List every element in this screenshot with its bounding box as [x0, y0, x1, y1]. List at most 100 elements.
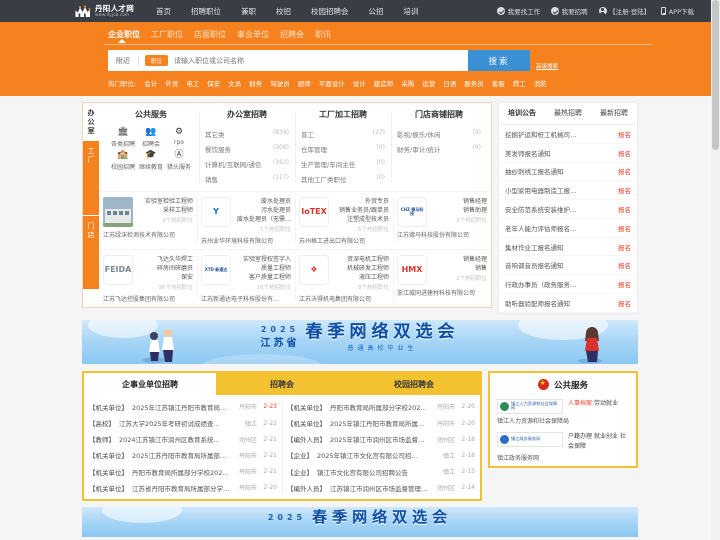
company-name[interactable]: 江苏德马科技股份有限公司	[397, 230, 487, 239]
signup-button[interactable]: 报名	[618, 129, 631, 139]
announcement-item-2[interactable]: 抽纱刺绣工报名通知 报名	[499, 163, 637, 182]
company-job-1[interactable]: 销售	[432, 264, 487, 273]
search-tab-2[interactable]: 店面职位	[194, 29, 237, 44]
search-type-tag[interactable]: 职位	[145, 55, 169, 66]
nav-item-1[interactable]: 招聘职位	[181, 6, 231, 17]
category-item-0[interactable]: 影视/娱乐/休闲 (9)	[397, 126, 481, 141]
company-card-1[interactable]: Y 废水处理员 污水处理员 废水处理员（无需… 5个热招职位 苏州业华环境科技有限公司	[197, 192, 295, 249]
company-job-0[interactable]: 废水处理员	[236, 197, 291, 206]
hot-keyword-1[interactable]: 外贸	[165, 78, 178, 88]
notice-title[interactable]: 丹阳市教育局所属部分学校2025…	[330, 402, 429, 412]
signup-button[interactable]: 报名	[618, 223, 631, 233]
hot-keyword-4[interactable]: 文员	[228, 78, 241, 88]
announcement-item-8[interactable]: 行政办事员（政务服务… 报名	[499, 275, 637, 295]
signup-button[interactable]: 报名	[618, 148, 631, 158]
company-job-1[interactable]: 销售助理	[432, 206, 487, 215]
search-tab-5[interactable]: 职讯	[315, 29, 342, 44]
search-tab-3[interactable]: 事业单位	[237, 29, 280, 44]
notice-title[interactable]: 2025年镇江市润州区市场监督管…	[330, 434, 429, 444]
company-card-1[interactable]: XTD 新通达 实验室授权签字人 质量工程师 客户质量工程师 16个热招职位 江苏新通达电…	[197, 250, 295, 307]
notice-title[interactable]: 江苏省丹阳市教育局所属部分学…	[132, 483, 231, 493]
notice-row-1[interactable]: 【高校】 江苏大学2025年考研初试成绩查… 镇江 2-22	[89, 415, 277, 431]
notice-row-5[interactable]: 【编外人员】 江苏镇江市润州区市场监督管理… 润州区 2-14	[287, 480, 475, 496]
notice-title[interactable]: 2025年镇江市文化宫有限公司招…	[317, 450, 429, 460]
company-logo[interactable]: CHZ 德马科技	[397, 196, 427, 227]
announcement-item-5[interactable]: 老年人能力评估师报名… 报名	[499, 219, 637, 238]
notice-row-3[interactable]: 【机关单位】 2025江苏丹阳市教育局所属部分… 丹阳市 2-21	[89, 447, 277, 463]
nav-item-6[interactable]: 培训	[394, 6, 429, 17]
company-card-0[interactable]: 实验室检验工程师 采样工程师 3个热招职位 江苏绿沫检测技术有限公司	[99, 192, 197, 249]
hot-keyword-6[interactable]: 驾驶员	[270, 78, 290, 88]
company-name[interactable]: 江苏绿沫检测技术有限公司	[103, 230, 193, 239]
announcement-tab-2[interactable]: 最新招聘	[591, 103, 637, 124]
advanced-search-link[interactable]: 高级搜索	[536, 62, 558, 71]
company-job-1[interactable]: 碎房间研磨员	[138, 264, 193, 273]
announcement-item-9[interactable]: 助听器验配师报名通知 报名	[499, 294, 637, 313]
nav-action-1[interactable]: 我要招聘	[551, 6, 588, 16]
signup-button[interactable]: 报名	[618, 260, 631, 270]
notice-title[interactable]: 丹阳市教育局所属部分学校2025…	[132, 467, 231, 477]
public-service-item-0[interactable]: 🏛 各类招聘	[109, 127, 137, 148]
nav-action-2[interactable]: 【注册·登陆】	[598, 6, 650, 16]
notice-title[interactable]: 2025年江苏镇江丹阳市教育局所…	[132, 402, 231, 412]
public-service-item-4[interactable]: 🎓 继续教育	[137, 150, 165, 171]
notice-title[interactable]: 镇江市文化宫有限公司招聘公告	[317, 467, 429, 477]
company-logo[interactable]: Y	[201, 196, 231, 227]
signup-button[interactable]: 报名	[618, 204, 631, 214]
category-item-1[interactable]: 餐饮服务 (306)	[205, 141, 289, 156]
hot-keyword-9[interactable]: 设计	[353, 78, 366, 88]
company-job-1[interactable]: 质量工程师	[236, 264, 291, 273]
gov-site-logo[interactable]: 镇江政务服务网	[497, 432, 563, 448]
signup-button[interactable]: 报名	[618, 279, 631, 289]
signup-button[interactable]: 报名	[618, 185, 631, 195]
search-input[interactable]	[174, 56, 468, 65]
notice-row-4[interactable]: 【企业】 镇江市文化宫有限公司招聘公告 镇江 2-15	[287, 464, 475, 480]
company-logo[interactable]: FEIDA	[103, 254, 133, 285]
nearby-label[interactable]: 附近	[116, 55, 139, 66]
notice-title[interactable]: 2025年镇江丹阳市教育局所属部…	[330, 418, 429, 428]
notice-row-4[interactable]: 【机关单位】 丹阳市教育局所属部分学校2025… 丹阳市 2-21	[89, 464, 277, 480]
company-job-1[interactable]: 机械研发工程师	[334, 264, 389, 273]
promo-banner[interactable]: 2025 江苏省 春季网络双选会 普通高校毕业生	[82, 319, 638, 364]
vertical-tab-2[interactable]: 门店	[83, 215, 99, 290]
nav-item-5[interactable]: 公招	[359, 6, 394, 17]
company-card-2[interactable]: IoTEX 外贸专员 销售业务员/跟单员 注塑成型技术员 5个热招职位 苏州格工进出口有限…	[295, 192, 393, 249]
public-service-link-1[interactable]: 劳动就业	[594, 400, 618, 407]
nav-action-0[interactable]: 我要找工作	[497, 6, 540, 16]
search-tab-0[interactable]: 企业职位	[108, 29, 151, 44]
category-item-3[interactable]: 其他工厂类职位 (0)	[301, 172, 385, 187]
notice-row-5[interactable]: 【机关单位】 江苏省丹阳市教育局所属部分学… 丹阳市 2-20	[89, 480, 277, 496]
hot-keyword-16[interactable]: 焊工	[513, 78, 526, 88]
hot-keyword-11[interactable]: 采购	[401, 78, 414, 88]
public-service-item-5[interactable]: Ⓐ 猎头服务	[165, 150, 193, 171]
category-item-0[interactable]: 其它类 (839)	[205, 126, 289, 141]
signup-button[interactable]: 报名	[618, 242, 631, 252]
company-name[interactable]: 苏州格工进出口有限公司	[299, 236, 389, 245]
notice-row-2[interactable]: 【编外人员】 2025年镇江市润州区市场监督管… 润州区 2-18	[287, 431, 475, 447]
company-name[interactable]: 江苏沃得机电集团有限公司	[299, 294, 389, 303]
announcement-item-6[interactable]: 集材作业工报名通知 报名	[499, 238, 637, 257]
announcement-item-1[interactable]: 美发师报名通知 报名	[499, 144, 637, 163]
notice-tab-2[interactable]: 校园招聘会	[348, 373, 480, 395]
company-logo[interactable]	[103, 196, 133, 227]
company-job-2[interactable]: 保安	[138, 273, 193, 282]
notice-title[interactable]: 2024江苏镇江市润州区教育系统…	[119, 434, 231, 444]
announcement-tab-1[interactable]: 最热招聘	[545, 103, 591, 124]
company-card-2[interactable]: ❖ 资深电机工程师 机械研发工程师 液压工程师 8个热招职位 江苏沃得机电集团有限公司	[295, 250, 393, 307]
hot-keyword-10[interactable]: 建造师	[374, 78, 394, 88]
hot-keyword-12[interactable]: 运营	[422, 78, 435, 88]
vertical-tab-1[interactable]: 工厂	[83, 141, 99, 216]
notice-row-1[interactable]: 【机关单位】 2025年镇江丹阳市教育局所属部… 丹阳市 2-20	[287, 415, 475, 431]
company-job-1[interactable]: 采样工程师	[138, 206, 193, 215]
nav-action-3[interactable]: APP下载	[661, 6, 694, 16]
vertical-tab-0[interactable]: 办公室	[83, 103, 99, 142]
notice-title[interactable]: 江苏大学2025年考研初试成绩查…	[119, 418, 231, 428]
hot-keyword-3[interactable]: 保安	[207, 78, 220, 88]
nav-item-3[interactable]: 校招	[266, 6, 301, 17]
announcement-item-0[interactable]: 挖掘铲运和桩工机械司… 报名	[499, 125, 637, 144]
company-job-1[interactable]: 销售业务员/跟单员	[334, 206, 389, 215]
company-job-2[interactable]: 废水处理员（无需…	[236, 215, 291, 224]
company-job-2[interactable]: 客户质量工程师	[236, 273, 291, 282]
signup-button[interactable]: 报名	[618, 166, 631, 176]
company-logo[interactable]: XTD 新通达	[201, 254, 231, 285]
